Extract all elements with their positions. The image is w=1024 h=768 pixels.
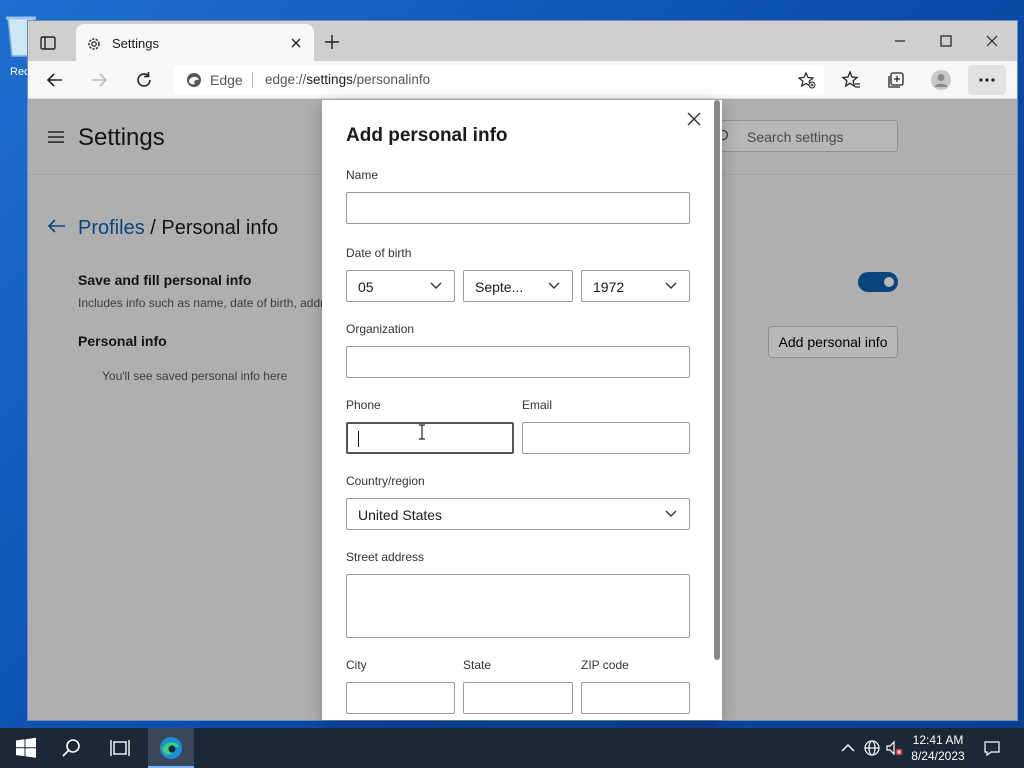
phone-label: Phone bbox=[346, 398, 381, 412]
organization-label: Organization bbox=[346, 322, 415, 336]
address-url: edge://settings/personalinfo bbox=[265, 72, 431, 87]
text-cursor-icon bbox=[419, 424, 425, 440]
back-arrow-icon[interactable] bbox=[44, 69, 66, 91]
notification-icon[interactable] bbox=[982, 738, 1002, 758]
more-dots-icon bbox=[979, 78, 995, 82]
street-address-field[interactable] bbox=[346, 574, 690, 638]
volume-muted-icon[interactable] bbox=[884, 738, 904, 758]
dob-day-select[interactable]: 05 bbox=[346, 270, 455, 302]
dob-month-select[interactable]: Septe... bbox=[463, 270, 573, 302]
email-label: Email bbox=[522, 398, 553, 412]
new-tab-icon[interactable] bbox=[324, 34, 340, 50]
chevron-down-icon bbox=[665, 282, 677, 289]
maximize-button[interactable] bbox=[926, 27, 966, 55]
chevron-down-icon bbox=[665, 510, 677, 517]
tab-title: Settings bbox=[112, 36, 159, 51]
chevron-down-icon bbox=[548, 282, 560, 289]
clock-date: 8/24/2023 bbox=[911, 749, 965, 763]
recycle-bin-desktop-icon[interactable]: Rec bbox=[4, 6, 36, 78]
name-label: Name bbox=[346, 168, 379, 182]
search-icon[interactable] bbox=[60, 736, 84, 760]
minimize-button[interactable] bbox=[880, 27, 920, 55]
edge-logo-icon bbox=[187, 73, 201, 87]
name-field[interactable] bbox=[346, 192, 690, 224]
chevron-up-icon[interactable] bbox=[838, 738, 858, 758]
text-caret bbox=[358, 431, 359, 447]
city-label: City bbox=[346, 658, 367, 672]
add-personal-info-dialog: Add personal info Name Date of birth 05 … bbox=[322, 100, 722, 720]
dob-day-value: 05 bbox=[358, 279, 374, 295]
edge-logo-icon bbox=[160, 737, 182, 759]
refresh-icon[interactable] bbox=[133, 69, 155, 91]
tab-bar: Settings bbox=[28, 21, 1017, 61]
dob-label: Date of birth bbox=[346, 246, 412, 260]
tab-actions-icon[interactable] bbox=[38, 33, 58, 53]
collections-icon[interactable] bbox=[885, 69, 907, 91]
recycle-bin-label: Rec bbox=[10, 66, 30, 78]
close-tab-icon[interactable] bbox=[288, 35, 304, 51]
taskbar: 12:41 AM 8/24/2023 bbox=[0, 728, 1024, 768]
phone-field[interactable] bbox=[346, 422, 514, 454]
task-view-icon[interactable] bbox=[108, 736, 132, 760]
gear-icon bbox=[88, 38, 100, 50]
close-icon bbox=[986, 35, 998, 47]
favorites-icon[interactable] bbox=[840, 69, 862, 91]
maximize-icon bbox=[940, 35, 952, 47]
profile-avatar-icon[interactable] bbox=[930, 69, 952, 91]
settings-more-button[interactable] bbox=[968, 65, 1006, 95]
close-dialog-icon[interactable] bbox=[686, 111, 702, 127]
add-favorite-icon[interactable] bbox=[798, 71, 816, 89]
zip-label: ZIP code bbox=[581, 658, 629, 672]
minimize-icon bbox=[895, 40, 905, 42]
chevron-down-icon bbox=[430, 282, 442, 289]
city-field[interactable] bbox=[346, 682, 455, 714]
address-site-label: Edge bbox=[210, 72, 243, 88]
close-window-button[interactable] bbox=[972, 27, 1012, 55]
dialog-title: Add personal info bbox=[346, 125, 508, 146]
country-label: Country/region bbox=[346, 474, 425, 488]
state-field[interactable] bbox=[463, 682, 573, 714]
dob-year-select[interactable]: 1972 bbox=[581, 270, 690, 302]
country-value: United States bbox=[358, 507, 443, 523]
dob-year-value: 1972 bbox=[593, 279, 625, 295]
organization-field[interactable] bbox=[346, 346, 690, 378]
zip-field[interactable] bbox=[581, 682, 690, 714]
country-select[interactable]: United States bbox=[346, 498, 690, 530]
clock-time: 12:41 AM bbox=[912, 733, 964, 747]
taskbar-edge-button[interactable] bbox=[148, 728, 194, 768]
windows-start-icon[interactable] bbox=[14, 736, 38, 760]
state-label: State bbox=[463, 658, 492, 672]
email-field[interactable] bbox=[522, 422, 690, 454]
forward-arrow-icon[interactable] bbox=[88, 69, 110, 91]
globe-network-icon[interactable] bbox=[862, 738, 882, 758]
tab-settings[interactable]: Settings bbox=[76, 24, 314, 61]
dialog-scrollbar[interactable] bbox=[714, 100, 720, 660]
browser-toolbar: Edge edge://settings/personalinfo bbox=[28, 61, 1017, 99]
address-bar[interactable]: Edge edge://settings/personalinfo bbox=[174, 65, 824, 95]
taskbar-clock[interactable]: 12:41 AM 8/24/2023 bbox=[906, 732, 970, 764]
street-label: Street address bbox=[346, 550, 425, 564]
dob-month-value: Septe... bbox=[475, 279, 524, 295]
address-separator bbox=[252, 72, 253, 88]
